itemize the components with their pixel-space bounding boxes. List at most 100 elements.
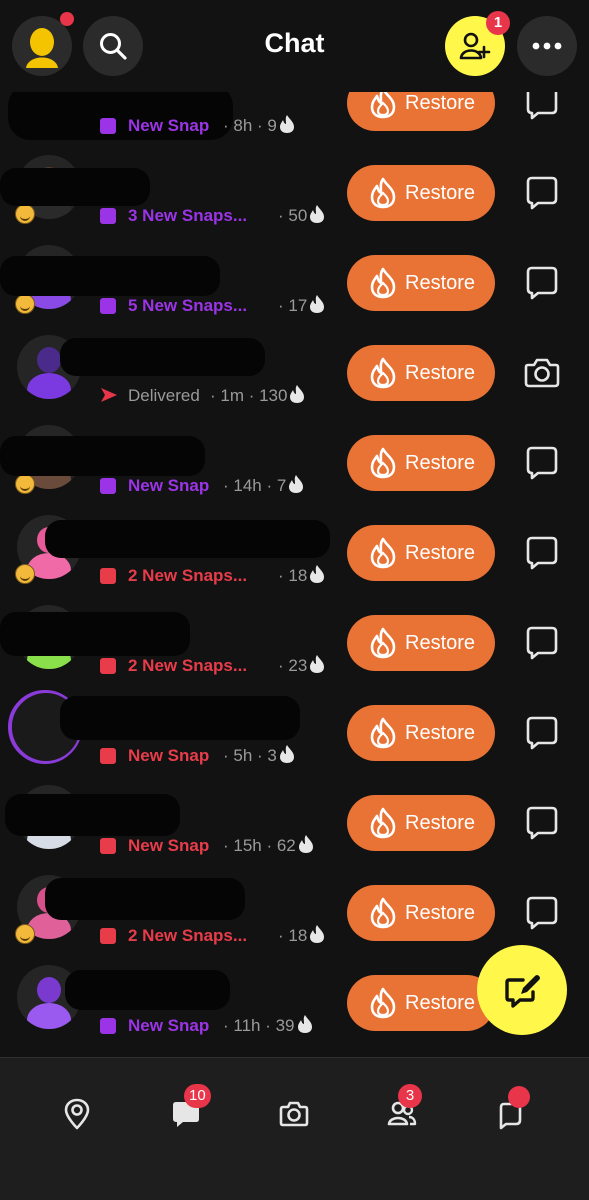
compose-button[interactable] — [477, 945, 567, 1035]
redacted-name — [45, 520, 330, 558]
chat-action-button[interactable] — [522, 535, 562, 571]
streak-fire-icon — [279, 745, 294, 763]
chat-row[interactable]: New Snap · 15h · 62 Restore — [0, 778, 589, 868]
restore-button[interactable]: Restore — [347, 345, 495, 401]
chat-timestamp-streak: · 14h · 7 — [223, 474, 305, 498]
chat-timestamp-streak: · 50 — [278, 204, 326, 228]
redacted-name — [0, 436, 205, 476]
chat-status: 2 New Snaps... — [128, 656, 248, 675]
restore-button[interactable]: Restore — [347, 705, 495, 761]
chat-timestamp-streak: · 23 — [278, 654, 326, 678]
restore-button[interactable]: Restore — [347, 885, 495, 941]
chat-icon — [526, 536, 558, 570]
restore-label: Restore — [405, 722, 476, 744]
chat-status: New Snap — [128, 836, 210, 855]
new-snap-icon — [100, 478, 116, 494]
restore-button[interactable]: Restore — [347, 435, 495, 491]
nav-camera[interactable] — [272, 1092, 316, 1136]
stories-badge: 3 — [398, 1084, 422, 1108]
chat-icon — [526, 176, 558, 210]
restore-button[interactable]: Restore — [347, 525, 495, 581]
streak-fire-icon — [289, 475, 304, 493]
profile-notification-dot — [60, 12, 74, 26]
add-friend-badge: 1 — [486, 11, 510, 35]
restore-button[interactable]: Restore — [347, 615, 495, 671]
chat-row[interactable]: 3 New Snaps... · 50 Restore — [0, 148, 589, 238]
nav-spotlight[interactable] — [490, 1086, 534, 1136]
chat-action-button[interactable] — [522, 805, 562, 841]
new-snap-icon — [100, 838, 116, 854]
chat-screen: Chat 1 New Snap · 8h · 9 Restore 3 New S… — [0, 0, 589, 1200]
friend-emoji-icon — [15, 924, 35, 944]
friend-emoji-icon — [15, 294, 35, 314]
restore-button[interactable]: Restore — [347, 795, 495, 851]
streak-fire-icon — [370, 987, 396, 1019]
nav-chat[interactable]: 10 — [164, 1084, 211, 1136]
chat-action-button[interactable] — [522, 895, 562, 931]
streak-fire-icon — [298, 835, 313, 853]
chat-row[interactable]: Delivered · 1m · 130 Restore — [0, 328, 589, 418]
chat-timestamp-streak: · 5h · 3 — [223, 744, 296, 768]
restore-label: Restore — [405, 362, 476, 384]
new-snap-icon — [100, 118, 116, 134]
redacted-name — [0, 612, 190, 656]
camera-icon — [279, 1101, 309, 1127]
streak-fire-icon — [370, 267, 396, 299]
redacted-name — [45, 878, 245, 920]
new-snap-icon — [100, 748, 116, 764]
chat-action-button[interactable] — [522, 265, 562, 301]
restore-label: Restore — [405, 272, 476, 294]
sent-arrow-icon — [101, 388, 117, 402]
camera-icon — [524, 358, 560, 388]
streak-fire-icon — [370, 897, 396, 929]
nav-stories[interactable]: 3 — [380, 1084, 424, 1136]
chat-timestamp-streak: · 8h · 9 — [223, 114, 296, 138]
restore-label: Restore — [405, 182, 476, 204]
chat-row[interactable]: New Snap · 5h · 3 Restore — [0, 688, 589, 778]
new-snap-icon — [100, 568, 116, 584]
chat-icon — [526, 896, 558, 930]
chat-action-button[interactable] — [522, 715, 562, 751]
streak-fire-icon — [370, 717, 396, 749]
camera-action-button[interactable] — [522, 355, 562, 391]
redacted-name — [60, 338, 265, 376]
chat-status: New Snap — [128, 476, 210, 495]
restore-button[interactable]: Restore — [347, 165, 495, 221]
streak-fire-icon — [370, 357, 396, 389]
chat-timestamp-streak: · 17 — [278, 294, 326, 318]
friend-emoji-icon — [15, 474, 35, 494]
chat-action-button[interactable] — [522, 625, 562, 661]
streak-fire-icon — [370, 537, 396, 569]
chat-action-button[interactable] — [522, 175, 562, 211]
chat-row[interactable]: 5 New Snaps... · 17 Restore — [0, 238, 589, 328]
restore-label: Restore — [405, 992, 476, 1014]
streak-fire-icon — [297, 1015, 312, 1033]
bottom-nav: 10 3 — [0, 1057, 589, 1200]
redacted-name — [65, 970, 230, 1010]
streak-fire-icon — [279, 115, 294, 133]
streak-fire-icon — [370, 447, 396, 479]
new-snap-icon — [100, 298, 116, 314]
restore-button[interactable]: Restore — [347, 255, 495, 311]
chat-action-button[interactable] — [522, 445, 562, 481]
restore-button[interactable]: Restore — [347, 975, 495, 1031]
more-button[interactable] — [517, 16, 577, 76]
restore-label: Restore — [405, 452, 476, 474]
chat-icon — [526, 266, 558, 300]
chat-status: Delivered — [128, 386, 200, 405]
nav-map[interactable] — [55, 1092, 99, 1136]
streak-fire-icon — [290, 385, 305, 403]
chat-timestamp-streak: · 15h · 62 — [223, 834, 315, 858]
streak-fire-icon — [310, 925, 325, 943]
chat-row[interactable]: 2 New Snaps... · 18 Restore — [0, 868, 589, 958]
chat-row[interactable]: 2 New Snaps... · 18 Restore — [0, 508, 589, 598]
chat-timestamp-streak: · 1m · 130 — [210, 384, 306, 408]
new-snap-icon — [100, 928, 116, 944]
streak-fire-icon — [370, 177, 396, 209]
chat-row[interactable]: 2 New Snaps... · 23 Restore — [0, 598, 589, 688]
more-icon — [532, 42, 562, 50]
redacted-name — [0, 256, 220, 296]
chat-row[interactable]: New Snap · 14h · 7 Restore — [0, 418, 589, 508]
redacted-name — [5, 794, 180, 836]
chat-timestamp-streak: · 11h · 39 — [223, 1014, 314, 1038]
